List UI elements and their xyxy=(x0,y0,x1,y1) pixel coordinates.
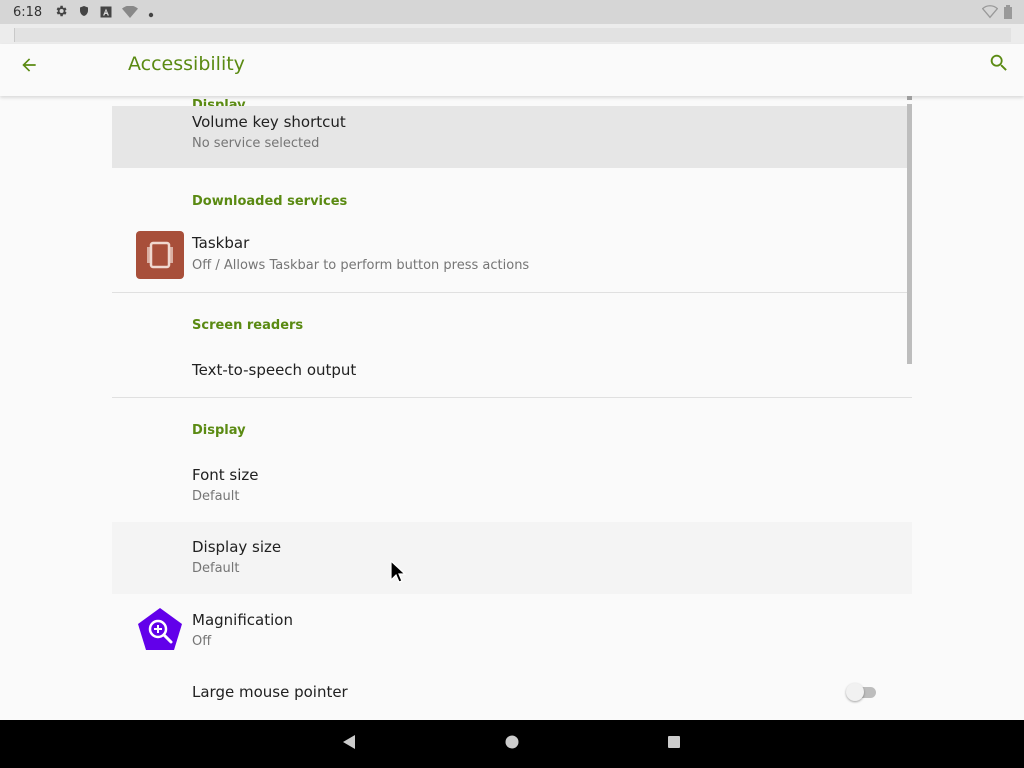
home-circle-icon xyxy=(504,734,520,754)
app-bar: Accessibility xyxy=(0,44,1024,96)
mouse-cursor-icon xyxy=(390,559,407,588)
nav-recents-button[interactable] xyxy=(662,732,686,756)
search-button[interactable] xyxy=(984,50,1014,80)
navigation-bar xyxy=(0,720,1024,768)
large-mouse-pointer-title: Large mouse pointer xyxy=(192,683,348,701)
search-icon xyxy=(988,52,1010,78)
taskbar-subtitle: Off / Allows Taskbar to perform button p… xyxy=(192,258,530,273)
settings-icon xyxy=(54,3,68,22)
recents-square-icon xyxy=(666,734,682,754)
status-time: 6:18 xyxy=(13,4,43,20)
volume-key-shortcut-item[interactable]: Volume key shortcut No service selected xyxy=(112,106,912,168)
wifi-off-icon xyxy=(122,3,139,22)
font-size-item[interactable]: Font size Default xyxy=(112,452,912,522)
taskbar-app-icon xyxy=(136,231,184,279)
section-header-screen-readers: Screen readers xyxy=(192,318,304,333)
taskbar-item[interactable]: Taskbar Off / Allows Taskbar to perform … xyxy=(112,220,912,292)
magnification-app-icon xyxy=(136,606,184,654)
a-icon xyxy=(100,3,112,22)
divider xyxy=(112,292,912,293)
nav-home-button[interactable] xyxy=(500,732,524,756)
toggle-thumb xyxy=(846,683,864,701)
page-title: Accessibility xyxy=(128,53,245,75)
display-size-title: Display size xyxy=(192,538,282,556)
window-strip xyxy=(0,24,1024,45)
large-mouse-pointer-item[interactable]: Large mouse pointer xyxy=(112,668,912,720)
back-triangle-icon xyxy=(341,734,357,754)
magnification-subtitle: Off xyxy=(192,634,212,649)
font-size-subtitle: Default xyxy=(192,489,240,504)
magnification-item[interactable]: Magnification Off xyxy=(112,596,912,668)
magnification-title: Magnification xyxy=(192,611,293,629)
text-to-speech-item[interactable]: Text-to-speech output xyxy=(112,344,912,396)
shield-icon xyxy=(78,3,90,22)
display-size-subtitle: Default xyxy=(192,561,240,576)
nav-back-button[interactable] xyxy=(337,732,361,756)
battery-icon xyxy=(1004,4,1012,23)
back-button[interactable] xyxy=(14,52,44,82)
wifi-icon xyxy=(981,4,999,23)
scrollbar-top xyxy=(907,96,912,100)
volume-key-shortcut-subtitle: No service selected xyxy=(192,136,320,151)
display-size-item[interactable]: Display size Default xyxy=(112,522,912,594)
text-to-speech-title: Text-to-speech output xyxy=(192,361,357,379)
dot-icon xyxy=(148,3,154,22)
settings-list: Display Volume key shortcut No service s… xyxy=(112,96,912,720)
large-mouse-pointer-toggle[interactable] xyxy=(846,683,878,701)
scrollbar-thumb[interactable] xyxy=(907,104,912,364)
taskbar-title: Taskbar xyxy=(192,234,250,252)
status-bar: 6:18 xyxy=(0,0,1024,24)
section-header-downloaded-services: Downloaded services xyxy=(192,194,348,209)
volume-key-shortcut-title: Volume key shortcut xyxy=(192,113,346,131)
arrow-back-icon xyxy=(19,55,39,79)
divider xyxy=(112,397,912,398)
section-header-display: Display xyxy=(192,423,246,438)
font-size-title: Font size xyxy=(192,466,259,484)
